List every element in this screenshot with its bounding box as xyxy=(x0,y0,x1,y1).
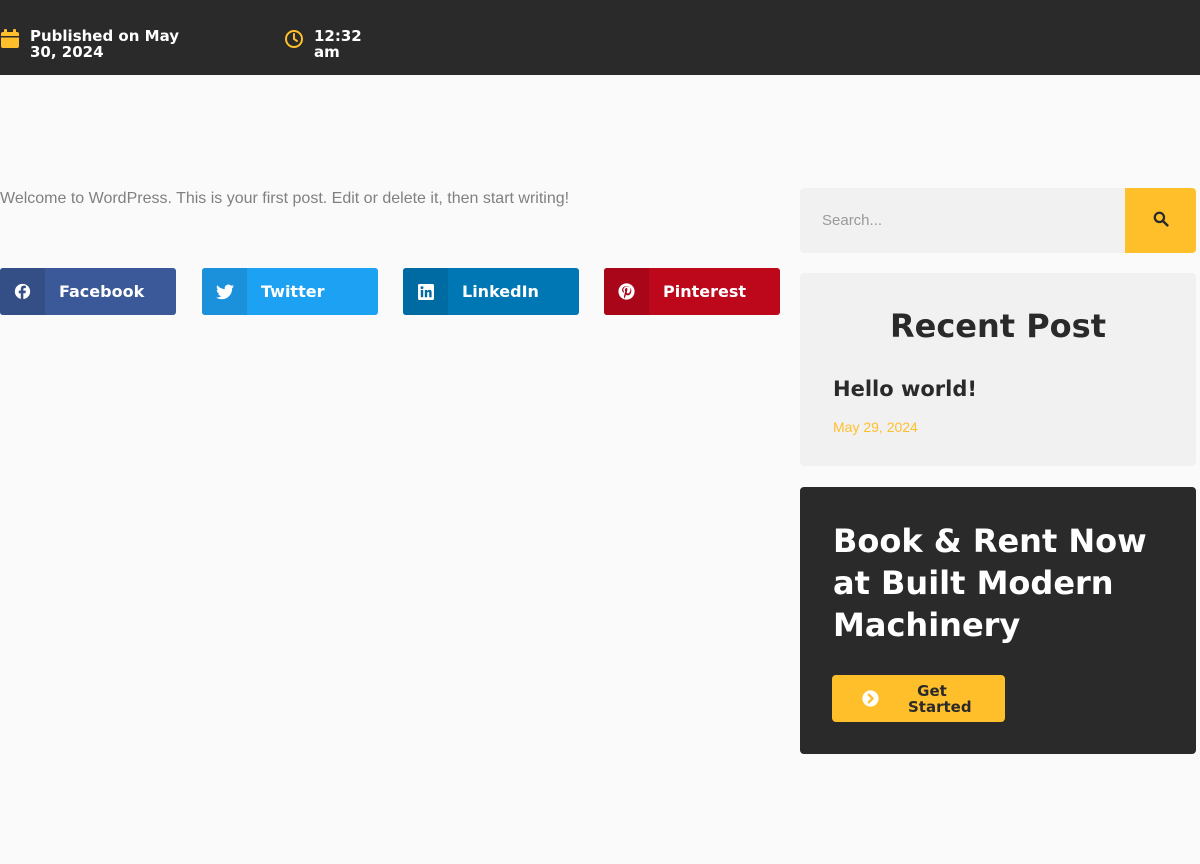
recent-post-widget: Recent Post Hello world! May 29, 2024 xyxy=(800,273,1196,466)
chevron-circle-right-icon xyxy=(832,690,908,707)
get-started-button[interactable]: Get Started xyxy=(832,675,1005,722)
calendar-icon xyxy=(0,28,20,52)
share-linkedin-button[interactable]: LinkedIn xyxy=(403,268,579,315)
share-facebook-label: Facebook xyxy=(59,282,145,301)
published-date: Published on May 30, 2024 xyxy=(0,28,210,60)
share-twitter-label: Twitter xyxy=(261,282,325,301)
search-button[interactable] xyxy=(1125,188,1196,253)
facebook-icon xyxy=(0,268,45,315)
get-started-label: Get Started xyxy=(908,681,972,716)
published-time: 12:32 am xyxy=(284,28,374,60)
search-input[interactable] xyxy=(800,188,1125,253)
share-facebook-button[interactable]: Facebook xyxy=(0,268,176,315)
cta-title: Book & Rent Now at Built Modern Machiner… xyxy=(833,522,1147,644)
search-icon xyxy=(1153,211,1169,230)
post-meta-bar: Published on May 30, 2024 12:32 am xyxy=(0,0,1200,75)
share-pinterest-label: Pinterest xyxy=(663,282,747,301)
recent-post-heading: Recent Post xyxy=(889,307,1106,345)
clock-icon xyxy=(284,28,304,52)
share-pinterest-button[interactable]: Pinterest xyxy=(604,268,780,315)
cta-widget: Book & Rent Now at Built Modern Machiner… xyxy=(800,487,1196,754)
share-linkedin-label: LinkedIn xyxy=(462,282,539,301)
linkedin-icon xyxy=(403,268,448,315)
post-content: Welcome to WordPress. This is your first… xyxy=(0,190,570,207)
recent-post-date: May 29, 2024 xyxy=(833,419,918,435)
sidebar-search-form xyxy=(800,188,1196,253)
share-twitter-button[interactable]: Twitter xyxy=(202,268,378,315)
pinterest-icon xyxy=(604,268,649,315)
recent-post-link[interactable]: Hello world! xyxy=(833,377,977,401)
published-date-text: Published on May 30, 2024 xyxy=(30,27,180,61)
published-time-text: 12:32 am xyxy=(314,27,362,61)
twitter-icon xyxy=(202,268,247,315)
